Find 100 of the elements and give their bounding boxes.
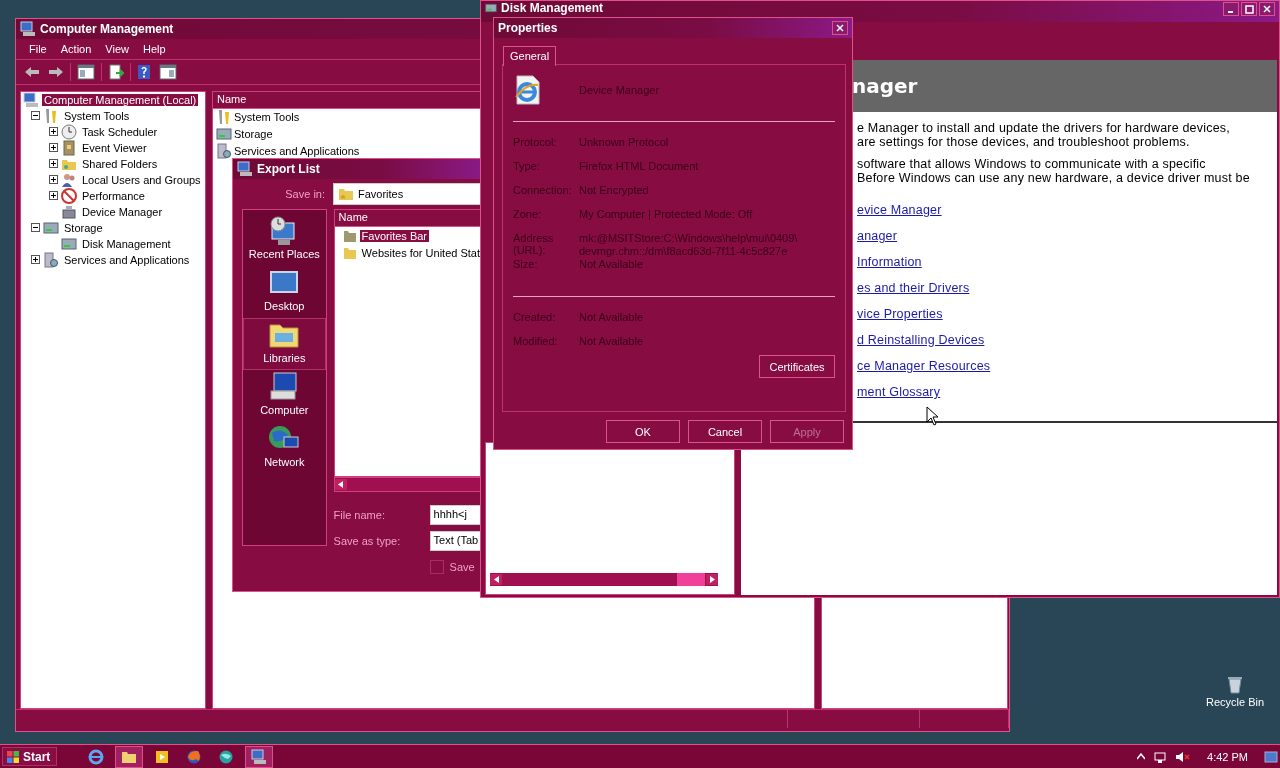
browser-e-icon [88, 748, 105, 765]
place-item[interactable]: Desktop [243, 266, 326, 318]
place-item[interactable]: Network [243, 422, 326, 474]
help-link[interactable]: ce Manager Resources [857, 359, 991, 374]
tree-item[interactable]: Task Scheduler [80, 125, 160, 138]
plus-icon[interactable] [49, 127, 58, 137]
tree-item[interactable]: Performance [80, 189, 147, 202]
tools-icon [43, 107, 59, 124]
right-arrow-icon[interactable] [709, 576, 715, 583]
checkbox[interactable] [429, 560, 444, 574]
help-link[interactable]: ment Glossary [857, 385, 941, 400]
close-button[interactable] [832, 21, 848, 35]
close-icon[interactable] [1263, 5, 1271, 13]
menu-item[interactable]: View [98, 40, 136, 57]
help-link[interactable]: evice Manager [857, 203, 942, 218]
minus-icon[interactable] [31, 111, 40, 121]
property-value: My Computer | Protected Mode: Off [579, 208, 754, 221]
file-name-field[interactable]: hhhh<j [429, 505, 482, 525]
export-list-icon [108, 63, 124, 80]
property-value: Not Encrypted [579, 184, 650, 197]
window-title: Disk Management [501, 2, 604, 15]
list-item[interactable]: Storage [234, 128, 273, 141]
minimize-button[interactable] [1223, 2, 1239, 16]
tree-item[interactable]: Local Users and Groups [80, 173, 203, 186]
recycle-bin-icon[interactable] [1227, 676, 1244, 694]
column-header[interactable]: Name [334, 210, 482, 227]
tree-item[interactable]: Event Viewer [80, 141, 149, 154]
speaker-muted-icon [1175, 749, 1192, 764]
plus-icon[interactable] [49, 191, 58, 201]
list-item[interactable]: Services and Applications [234, 145, 360, 158]
menu-item[interactable]: Help [135, 40, 173, 57]
start-button[interactable]: Start [2, 747, 58, 766]
save-in-dropdown[interactable]: Favorites [333, 183, 482, 205]
scrollbar[interactable] [333, 477, 482, 492]
tab[interactable]: General [503, 46, 557, 66]
tree-item[interactable]: Storage [62, 221, 105, 234]
place-item[interactable]: Libraries [243, 318, 326, 370]
place-item[interactable]: Recent Places [243, 214, 326, 266]
mouse-cursor-icon [926, 406, 939, 426]
left-arrow-icon[interactable] [338, 481, 344, 488]
tree-item[interactable]: Shared Folders [80, 157, 160, 170]
tree-item[interactable]: Computer Management (Local) [42, 93, 199, 106]
disk-drive-icon [61, 235, 77, 252]
property-label: Protocol: [513, 136, 558, 148]
window-title: Computer Management [40, 22, 174, 36]
scroll-thumb[interactable] [677, 573, 705, 586]
disk-drive-icon [43, 219, 59, 236]
folder-item[interactable]: Favorites Bar [359, 229, 429, 242]
tree-item[interactable]: Device Manager [80, 205, 165, 218]
help-link[interactable]: d Reinstalling Devices [857, 333, 985, 348]
desktop-icon-label[interactable]: Recycle Bin [1206, 696, 1265, 708]
close-icon[interactable] [836, 24, 844, 32]
tree-item[interactable]: System Tools [62, 109, 132, 122]
menu-item[interactable]: File [22, 40, 54, 57]
left-arrow-icon[interactable] [493, 576, 499, 583]
minus-icon[interactable] [31, 223, 40, 233]
plus-icon[interactable] [49, 159, 58, 169]
help-link[interactable]: anager [857, 229, 898, 244]
plus-icon[interactable] [49, 143, 58, 153]
plus-icon[interactable] [49, 175, 58, 185]
plus-icon[interactable] [31, 255, 40, 265]
property-value: Not Available [579, 258, 644, 271]
property-value: Unknown Protocol [579, 136, 670, 149]
dialog-button[interactable]: OK [606, 420, 680, 443]
log-book-icon [61, 139, 77, 156]
place-item[interactable]: Computer [243, 370, 326, 422]
device-icon [61, 203, 77, 220]
field-label: Save in: [284, 188, 325, 200]
help-link[interactable]: Information [857, 255, 922, 270]
computer-icon [251, 748, 268, 765]
tree-item[interactable]: Services and Applications [62, 253, 192, 266]
property-label: Connection: [513, 184, 573, 196]
taskbar-button[interactable] [115, 745, 144, 768]
toolbar-button[interactable] [75, 61, 97, 82]
dialog-button[interactable]: Cancel [688, 420, 762, 443]
toolbar-button[interactable] [106, 61, 126, 82]
toolbar-button[interactable] [157, 61, 179, 82]
file-name-text: Device Manager [579, 84, 660, 96]
tools-icon [216, 109, 232, 126]
clock[interactable]: 4:42 PM [1207, 750, 1248, 763]
up-caret-icon [1137, 752, 1146, 761]
help-text-line: software that allows Windows to communicate with a specific [857, 157, 1207, 171]
tree-item[interactable]: Disk Management [80, 237, 173, 250]
save-type-dropdown[interactable]: Text (Tab [429, 531, 482, 551]
show-desktop-icon [1264, 749, 1278, 764]
close-button[interactable] [1259, 2, 1275, 16]
taskbar-button[interactable] [245, 745, 274, 768]
property-label: Modified: [513, 335, 559, 347]
help-link[interactable]: vice Properties [857, 307, 943, 322]
certificates-button[interactable]: Certificates [759, 355, 835, 378]
help-link[interactable]: es and their Drivers [857, 281, 970, 296]
list-item[interactable]: System Tools [234, 111, 300, 124]
folder-item[interactable]: Websites for United Stat [359, 246, 482, 259]
globe-icon [218, 748, 235, 765]
menu-item[interactable]: Action [53, 40, 99, 57]
help-text-line: Before Windows can use any new hardware, a device driver must be [857, 171, 1251, 185]
scrollbar[interactable] [490, 573, 718, 586]
window-title: Export List [257, 162, 320, 176]
property-value: Firefox HTML Document [579, 160, 700, 173]
windows-flag-icon [6, 749, 20, 764]
